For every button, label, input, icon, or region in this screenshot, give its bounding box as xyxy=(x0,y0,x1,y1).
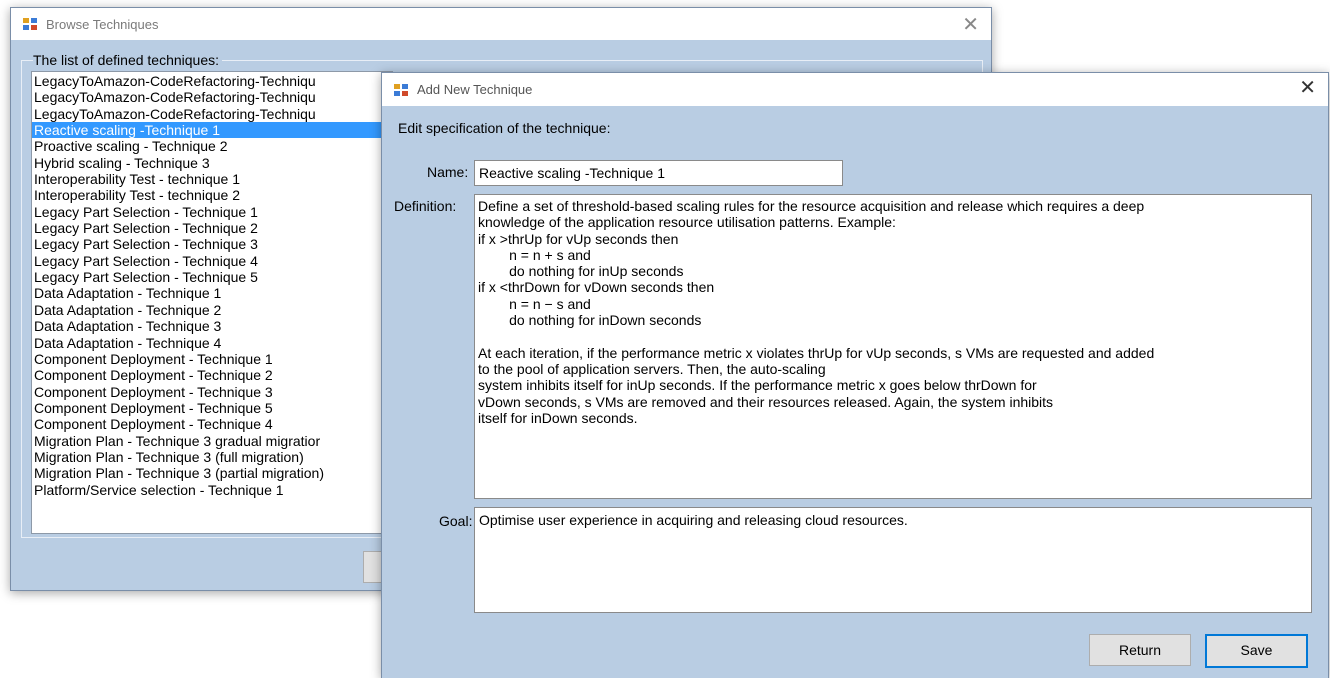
name-field[interactable]: Reactive scaling -Technique 1 xyxy=(474,160,843,186)
list-item[interactable]: Legacy Part Selection - Technique 3 xyxy=(32,236,392,252)
list-item[interactable]: LegacyToAmazon-CodeRefactoring-Techniqu xyxy=(32,89,392,105)
list-item[interactable]: Interoperability Test - technique 1 xyxy=(32,171,392,187)
title-bar[interactable]: Browse Techniques ✕ xyxy=(11,8,991,40)
list-item[interactable]: Legacy Part Selection - Technique 4 xyxy=(32,253,392,269)
window-title: Browse Techniques xyxy=(46,16,159,32)
list-item[interactable]: Platform/Service selection - Technique 1 xyxy=(32,482,392,498)
list-item[interactable]: Legacy Part Selection - Technique 2 xyxy=(32,220,392,236)
list-item[interactable]: Migration Plan - Technique 3 (full migra… xyxy=(32,449,392,465)
list-label: The list of defined techniques: xyxy=(33,52,223,68)
definition-field[interactable]: Define a set of threshold-based scaling … xyxy=(474,194,1312,499)
app-icon xyxy=(394,83,408,96)
list-item[interactable]: LegacyToAmazon-CodeRefactoring-Techniqu xyxy=(32,106,392,122)
list-item[interactable]: Migration Plan - Technique 3 (partial mi… xyxy=(32,465,392,481)
list-item[interactable]: Data Adaptation - Technique 1 xyxy=(32,285,392,301)
close-icon[interactable]: ✕ xyxy=(1299,75,1316,100)
close-icon[interactable]: ✕ xyxy=(962,12,979,37)
goal-label: Goal: xyxy=(439,513,473,529)
save-button[interactable]: Save xyxy=(1205,634,1308,668)
goal-field[interactable]: Optimise user experience in acquiring an… xyxy=(474,507,1312,613)
list-item[interactable]: Component Deployment - Technique 2 xyxy=(32,367,392,383)
list-item[interactable]: Interoperability Test - technique 2 xyxy=(32,187,392,203)
list-item[interactable]: Reactive scaling -Technique 1 xyxy=(32,122,392,139)
list-item[interactable]: Legacy Part Selection - Technique 1 xyxy=(32,204,392,220)
title-bar[interactable]: Add New Technique ✕ xyxy=(382,73,1328,106)
list-item[interactable]: Data Adaptation - Technique 3 xyxy=(32,318,392,334)
window-title: Add New Technique xyxy=(417,82,533,97)
list-item[interactable]: Legacy Part Selection - Technique 5 xyxy=(32,269,392,285)
list-item[interactable]: Component Deployment - Technique 1 xyxy=(32,351,392,367)
list-item[interactable]: Component Deployment - Technique 4 xyxy=(32,416,392,432)
list-item[interactable]: Data Adaptation - Technique 2 xyxy=(32,302,392,318)
list-item[interactable]: Data Adaptation - Technique 4 xyxy=(32,335,392,351)
return-button[interactable]: Return xyxy=(1089,634,1191,666)
technique-list[interactable]: LegacyToAmazon-CodeRefactoring-Techniqu L… xyxy=(31,71,393,534)
name-label: Name: xyxy=(427,164,469,180)
definition-label: Definition: xyxy=(394,198,457,214)
list-item[interactable]: Component Deployment - Technique 5 xyxy=(32,400,392,416)
list-item[interactable]: Migration Plan - Technique 3 gradual mig… xyxy=(32,433,392,449)
list-item[interactable]: Component Deployment - Technique 3 xyxy=(32,384,392,400)
list-item[interactable]: LegacyToAmazon-CodeRefactoring-Techniqu xyxy=(32,73,392,89)
app-icon xyxy=(23,18,37,30)
add-new-technique-window: Add New Technique ✕ Edit specification o… xyxy=(381,72,1329,678)
edit-heading: Edit specification of the technique: xyxy=(398,120,611,136)
list-item[interactable]: Proactive scaling - Technique 2 xyxy=(32,138,392,154)
list-item[interactable]: Hybrid scaling - Technique 3 xyxy=(32,155,392,171)
